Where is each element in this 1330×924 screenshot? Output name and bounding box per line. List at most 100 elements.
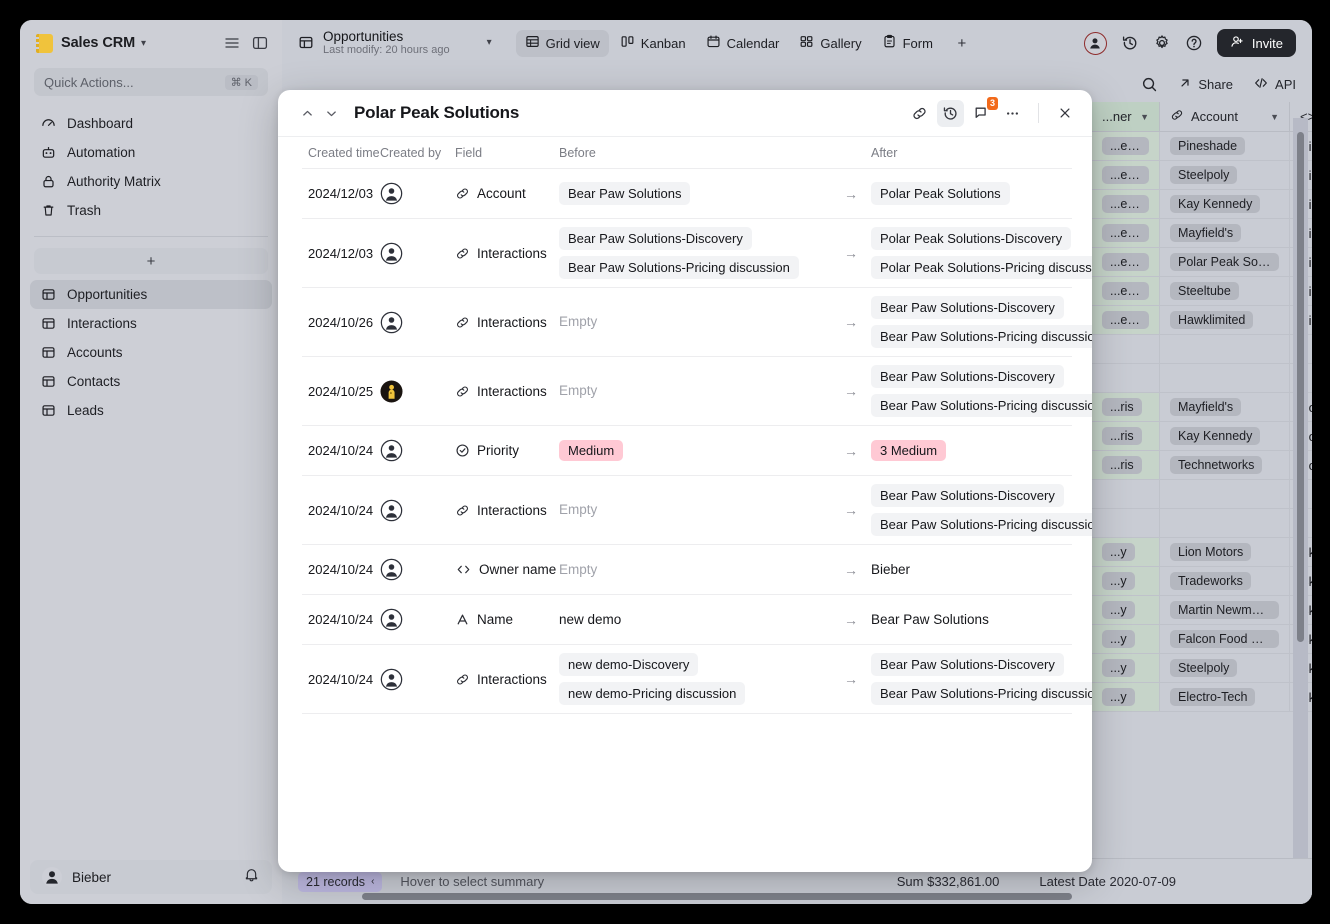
record-count-pill[interactable]: 21 records ‹ [298, 872, 382, 892]
chevron-down-icon[interactable]: ▼ [1270, 112, 1279, 122]
grid-cell-owner[interactable]: ...ris [1092, 393, 1160, 421]
hamburger-icon[interactable] [224, 35, 240, 51]
tab-form[interactable]: Form [873, 30, 942, 57]
bell-icon[interactable] [243, 866, 260, 888]
grid-cell-account[interactable]: Lion Motors [1160, 538, 1290, 566]
grid-cell-owner[interactable]: ...eber [1092, 277, 1160, 305]
grid-cell-owner[interactable]: ...y [1092, 654, 1160, 682]
grid-cell-owner[interactable] [1092, 480, 1160, 508]
sidebar-item-opportunities[interactable]: Opportunities [30, 280, 272, 309]
grid-cell-owner[interactable]: ...eber [1092, 132, 1160, 160]
grid-cell-account[interactable] [1160, 480, 1290, 508]
history-row[interactable]: 2024/10/24Interactionsnew demo-Discovery… [302, 645, 1072, 714]
history-icon[interactable] [937, 100, 964, 127]
grid-cell-account[interactable] [1160, 509, 1290, 537]
chevron-down-icon[interactable]: ▾ [487, 37, 492, 48]
grid-cell-account[interactable]: Polar Peak Solutions [1160, 248, 1290, 276]
grid-cell-account[interactable]: Kay Kennedy [1160, 422, 1290, 450]
link-icon[interactable] [906, 100, 933, 127]
grid-cell-account[interactable]: Steelpoly [1160, 654, 1290, 682]
sidebar-item-contacts[interactable]: Contacts [30, 367, 272, 396]
sidebar-item-automation[interactable]: Automation [30, 138, 272, 167]
grid-cell-account[interactable] [1160, 335, 1290, 363]
sidebar-item-accounts[interactable]: Accounts [30, 338, 272, 367]
share-button[interactable]: Share [1178, 76, 1233, 93]
add-view-button[interactable]: + [948, 30, 976, 57]
history-row[interactable]: 2024/12/03InteractionsBear Paw Solutions… [302, 219, 1072, 288]
grid-cell-owner[interactable] [1092, 335, 1160, 363]
tab-gallery[interactable]: Gallery [790, 30, 870, 57]
grid-cell-owner[interactable]: ...ris [1092, 422, 1160, 450]
search-icon[interactable] [1141, 76, 1158, 93]
grid-cell-owner[interactable]: ...y [1092, 538, 1160, 566]
grid-cell-account[interactable]: Technetworks [1160, 451, 1290, 479]
quick-actions-input[interactable]: Quick Actions... ⌘ K [34, 68, 268, 96]
chevron-down-icon[interactable]: ▾ [141, 38, 146, 49]
after-tag: 3 Medium [871, 440, 946, 461]
grid-cell-account[interactable]: Electro-Tech [1160, 683, 1290, 711]
chevron-down-icon[interactable]: ▼ [1140, 112, 1149, 122]
grid-cell-owner[interactable]: ...y [1092, 567, 1160, 595]
grid-cell-owner[interactable]: ...eber [1092, 190, 1160, 218]
panel-toggle-icon[interactable] [252, 35, 268, 51]
invite-button[interactable]: Invite [1217, 29, 1296, 57]
grid-cell-owner[interactable]: ...ris [1092, 451, 1160, 479]
history-row[interactable]: 2024/10/24PriorityMedium→3 Medium [302, 426, 1072, 476]
sidebar-item-interactions[interactable]: Interactions [30, 309, 272, 338]
history-row[interactable]: 2024/10/24Namenew demo→Bear Paw Solution… [302, 595, 1072, 645]
history-row[interactable]: 2024/10/25InteractionsEmpty→Bear Paw Sol… [302, 357, 1072, 426]
help-icon[interactable] [1185, 34, 1203, 52]
text-icon [455, 612, 470, 627]
grid-cell-owner[interactable]: ...eber [1092, 248, 1160, 276]
history-row[interactable]: 2024/12/03AccountBear Paw Solutions→Pola… [302, 169, 1072, 219]
chevron-up-icon[interactable] [296, 102, 318, 124]
history-icon[interactable] [1121, 34, 1139, 52]
grid-col-owner-partial[interactable]: ...ner ▼ [1092, 102, 1160, 131]
gear-icon[interactable] [1153, 34, 1171, 52]
grid-cell-account[interactable]: Hawklimited [1160, 306, 1290, 334]
summary-hint[interactable]: Hover to select summary [400, 874, 544, 889]
grid-cell-account[interactable]: Tradeworks [1160, 567, 1290, 595]
grid-cell-account[interactable]: Mayfield's [1160, 393, 1290, 421]
history-row[interactable]: 2024/10/24InteractionsEmpty→Bear Paw Sol… [302, 476, 1072, 545]
tab-kanban[interactable]: Kanban [611, 30, 695, 57]
grid-cell-account[interactable] [1160, 364, 1290, 392]
grid-cell-owner[interactable]: ...eber [1092, 161, 1160, 189]
chevron-down-icon[interactable] [320, 102, 342, 124]
close-icon[interactable] [1051, 100, 1078, 127]
horizontal-scrollbar-thumb[interactable] [362, 893, 1072, 900]
grid-cell-account[interactable]: Kay Kennedy [1160, 190, 1290, 218]
comment-icon[interactable]: 3 [968, 100, 995, 127]
history-row[interactable]: 2024/10/26InteractionsEmpty→Bear Paw Sol… [302, 288, 1072, 357]
grid-cell-account[interactable]: Pineshade [1160, 132, 1290, 160]
avatar[interactable] [42, 867, 62, 887]
sidebar-item-trash[interactable]: Trash [30, 196, 272, 225]
vertical-scrollbar-thumb[interactable] [1297, 132, 1304, 642]
tab-calendar[interactable]: Calendar [697, 30, 789, 57]
history-row[interactable]: 2024/10/24Owner nameEmpty→Bieber [302, 545, 1072, 595]
current-view-selector[interactable]: Opportunities Last modify: 20 hours ago … [298, 29, 492, 56]
grid-cell-account[interactable]: Falcon Food Centers [1160, 625, 1290, 653]
grid-cell-account[interactable]: Martin Newman & S... [1160, 596, 1290, 624]
grid-cell-owner[interactable]: ...eber [1092, 219, 1160, 247]
avatar-icon[interactable] [1084, 32, 1107, 55]
api-button[interactable]: API [1253, 75, 1296, 94]
grid-cell-owner[interactable] [1092, 364, 1160, 392]
more-icon[interactable] [999, 100, 1026, 127]
grid-cell-account[interactable]: Steelpoly [1160, 161, 1290, 189]
grid-cell-owner[interactable]: ...y [1092, 683, 1160, 711]
sidebar-item-dashboard[interactable]: Dashboard [30, 109, 272, 138]
grid-cell-account[interactable]: Mayfield's [1160, 219, 1290, 247]
grid-cell-owner[interactable]: ...eber [1092, 306, 1160, 334]
add-table-button[interactable]: + [34, 248, 268, 274]
sidebar-item-authority-matrix[interactable]: Authority Matrix [30, 167, 272, 196]
sidebar-item-leads[interactable]: Leads [30, 396, 272, 425]
grid-col-account[interactable]: Account ▼ [1160, 102, 1290, 131]
chevron-left-icon[interactable]: ‹ [371, 876, 374, 887]
grid-cell-owner[interactable] [1092, 509, 1160, 537]
arrow-right-icon: → [831, 612, 871, 628]
grid-cell-owner[interactable]: ...y [1092, 625, 1160, 653]
tab-grid-view[interactable]: Grid view [516, 30, 609, 57]
grid-cell-owner[interactable]: ...y [1092, 596, 1160, 624]
grid-cell-account[interactable]: Steeltube [1160, 277, 1290, 305]
